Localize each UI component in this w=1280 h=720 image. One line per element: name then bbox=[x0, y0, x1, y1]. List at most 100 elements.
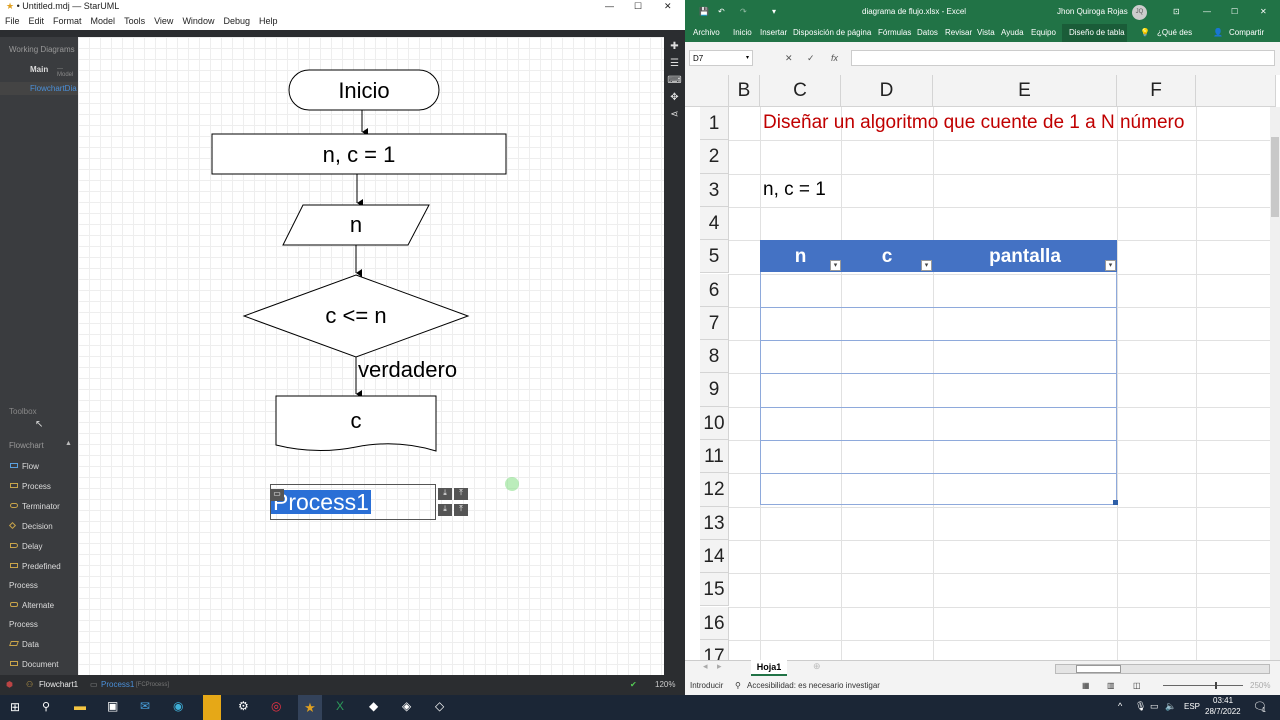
tool-flow[interactable]: Flow bbox=[22, 462, 39, 471]
row-header[interactable]: 7 bbox=[700, 306, 729, 341]
name-box[interactable]: D7 ▾ bbox=[689, 50, 753, 66]
row-header[interactable]: 15 bbox=[700, 573, 729, 607]
row-header[interactable]: 8 bbox=[700, 340, 729, 374]
filter-dropdown-icon[interactable]: ▾ bbox=[1105, 260, 1116, 271]
column-header-c[interactable]: C bbox=[760, 75, 841, 107]
user-name[interactable]: Jhon Quiroga Rojas bbox=[1057, 0, 1128, 24]
tab-equipo[interactable]: Equipo bbox=[1031, 24, 1056, 42]
clock-time[interactable]: 03:41 bbox=[1213, 696, 1233, 705]
row-header[interactable]: 13 bbox=[700, 506, 729, 540]
tab-insertar[interactable]: Insertar bbox=[760, 24, 787, 42]
tab-datos[interactable]: Datos bbox=[917, 24, 938, 42]
redo-icon[interactable]: ↷ bbox=[740, 0, 747, 24]
sheet-nav-left-icon[interactable]: ◂ bbox=[703, 661, 708, 672]
tell-me-search[interactable]: ¿Qué des bbox=[1157, 24, 1192, 42]
error-icon[interactable]: ⬢ bbox=[6, 675, 13, 695]
edge-icon[interactable]: ◉ bbox=[173, 699, 183, 713]
sheet-tab-hoja1[interactable]: Hoja1 bbox=[751, 660, 787, 676]
tab-diseno-tabla[interactable]: Diseño de tabla bbox=[1062, 24, 1127, 42]
minimize-button[interactable]: — bbox=[1203, 0, 1211, 24]
cell-c3[interactable]: n, c = 1 bbox=[763, 179, 826, 201]
page-layout-icon[interactable]: ▥ bbox=[1107, 677, 1115, 695]
process-name-editor[interactable]: Process1 bbox=[271, 490, 371, 514]
tool-decision[interactable]: Decision bbox=[22, 522, 53, 531]
tool-predefined-cont[interactable]: Process bbox=[9, 581, 38, 590]
column-header-g[interactable] bbox=[1196, 75, 1276, 107]
shape-handle-icon[interactable]: ▭ bbox=[270, 489, 284, 501]
menu-file[interactable]: File bbox=[5, 14, 20, 30]
microphone-icon[interactable]: 🎙 bbox=[1135, 701, 1146, 712]
status-selected[interactable]: Process1 bbox=[101, 675, 134, 695]
row-header[interactable]: 11 bbox=[700, 440, 729, 474]
store-icon[interactable]: ▣ bbox=[107, 699, 118, 713]
filter-dropdown-icon[interactable]: ▾ bbox=[830, 260, 841, 271]
close-button[interactable]: ✕ bbox=[664, 0, 672, 13]
chrome-icon[interactable]: ◎ bbox=[271, 699, 281, 713]
spreadsheet-grid[interactable]: B C D E F 1 2 3 4 5 6 7 8 9 10 11 12 13 14 15 16 17 Dise… bbox=[685, 75, 1280, 660]
windows-start-icon[interactable]: ⊞ bbox=[10, 700, 20, 714]
collapse-icon[interactable]: ▲ bbox=[65, 440, 72, 447]
network-icon[interactable]: ▭ bbox=[1150, 701, 1159, 712]
excel-taskbar-icon[interactable]: X bbox=[336, 699, 344, 713]
volume-icon[interactable]: 🔈 bbox=[1165, 701, 1176, 712]
row-header[interactable]: 6 bbox=[700, 273, 729, 307]
row-header[interactable]: 4 bbox=[700, 206, 729, 241]
tab-disposicion[interactable]: Disposición de página bbox=[793, 24, 871, 42]
page-break-icon[interactable]: ◫ bbox=[1133, 677, 1141, 695]
list-icon[interactable]: ☰ bbox=[664, 58, 685, 69]
table-resize-handle[interactable] bbox=[1113, 500, 1118, 505]
close-button[interactable]: ✕ bbox=[1260, 0, 1267, 24]
tool-predefined[interactable]: Predefined bbox=[22, 562, 61, 571]
tool-alternate-cont[interactable]: Process bbox=[9, 620, 38, 629]
column-header-e[interactable]: E bbox=[933, 75, 1117, 107]
shape-handle-icon[interactable]: ⤓ bbox=[438, 488, 452, 500]
tool-delay[interactable]: Delay bbox=[22, 542, 42, 551]
clock-date[interactable]: 28/7/2022 bbox=[1205, 707, 1241, 716]
vertical-scrollbar[interactable] bbox=[1270, 107, 1280, 660]
row-header[interactable]: 12 bbox=[700, 473, 729, 507]
row-header[interactable]: 14 bbox=[700, 539, 729, 574]
accessibility-status[interactable]: Accesibilidad: es necesario investigar bbox=[747, 677, 880, 695]
menu-edit[interactable]: Edit bbox=[29, 14, 45, 30]
table-header-pantalla[interactable]: pantalla bbox=[933, 246, 1117, 268]
row-header[interactable]: 3 bbox=[700, 173, 729, 207]
staruml-taskbar-icon[interactable]: ★ bbox=[298, 695, 322, 720]
menu-debug[interactable]: Debug bbox=[223, 14, 250, 30]
horizontal-scrollbar[interactable] bbox=[1055, 664, 1270, 674]
tool-data[interactable]: Data bbox=[22, 640, 39, 649]
tab-revisar[interactable]: Revisar bbox=[945, 24, 972, 42]
tool-document[interactable]: Document bbox=[22, 660, 58, 669]
sheet-nav-right-icon[interactable]: ▸ bbox=[717, 661, 722, 672]
menu-window[interactable]: Window bbox=[182, 14, 214, 30]
tab-inicio[interactable]: Inicio bbox=[733, 24, 752, 42]
menu-tools[interactable]: Tools bbox=[124, 14, 145, 30]
zoom-slider[interactable] bbox=[1163, 682, 1243, 689]
minimize-button[interactable]: — bbox=[605, 0, 614, 13]
column-header-f[interactable]: F bbox=[1117, 75, 1196, 107]
enter-icon[interactable]: ✓ bbox=[807, 53, 815, 64]
pointer-tool-icon[interactable]: ↖ bbox=[35, 419, 43, 430]
formula-input[interactable] bbox=[851, 50, 1275, 66]
share-button[interactable]: Compartir bbox=[1229, 24, 1264, 42]
menu-model[interactable]: Model bbox=[91, 14, 116, 30]
menu-help[interactable]: Help bbox=[259, 14, 278, 30]
row-header[interactable]: 1 bbox=[700, 107, 729, 141]
tray-overflow-icon[interactable]: ^ bbox=[1118, 701, 1122, 711]
tool-terminator[interactable]: Terminator bbox=[22, 502, 60, 511]
row-header[interactable]: 10 bbox=[700, 406, 729, 440]
table-header-n[interactable]: n bbox=[760, 246, 841, 268]
share-icon[interactable]: ⋖ bbox=[664, 109, 685, 120]
maximize-button[interactable]: ☐ bbox=[1231, 0, 1238, 24]
column-header-d[interactable]: D bbox=[841, 75, 933, 107]
app-icon[interactable]: ◈ bbox=[402, 699, 411, 713]
tab-vista[interactable]: Vista bbox=[977, 24, 995, 42]
undo-icon[interactable]: ↶ bbox=[718, 0, 725, 24]
row-header[interactable]: 17 bbox=[700, 639, 729, 660]
table-header-c[interactable]: c bbox=[841, 246, 933, 268]
diagram-main[interactable]: Main bbox=[30, 65, 48, 74]
tool-alternate[interactable]: Alternate bbox=[22, 601, 54, 610]
shape-handle-icon[interactable]: ⤓ bbox=[438, 504, 452, 516]
ribbon-display-icon[interactable]: ⊡ bbox=[1173, 0, 1180, 24]
select-all-corner[interactable] bbox=[685, 75, 729, 107]
status-diagram[interactable]: Flowchart1 bbox=[39, 675, 78, 695]
